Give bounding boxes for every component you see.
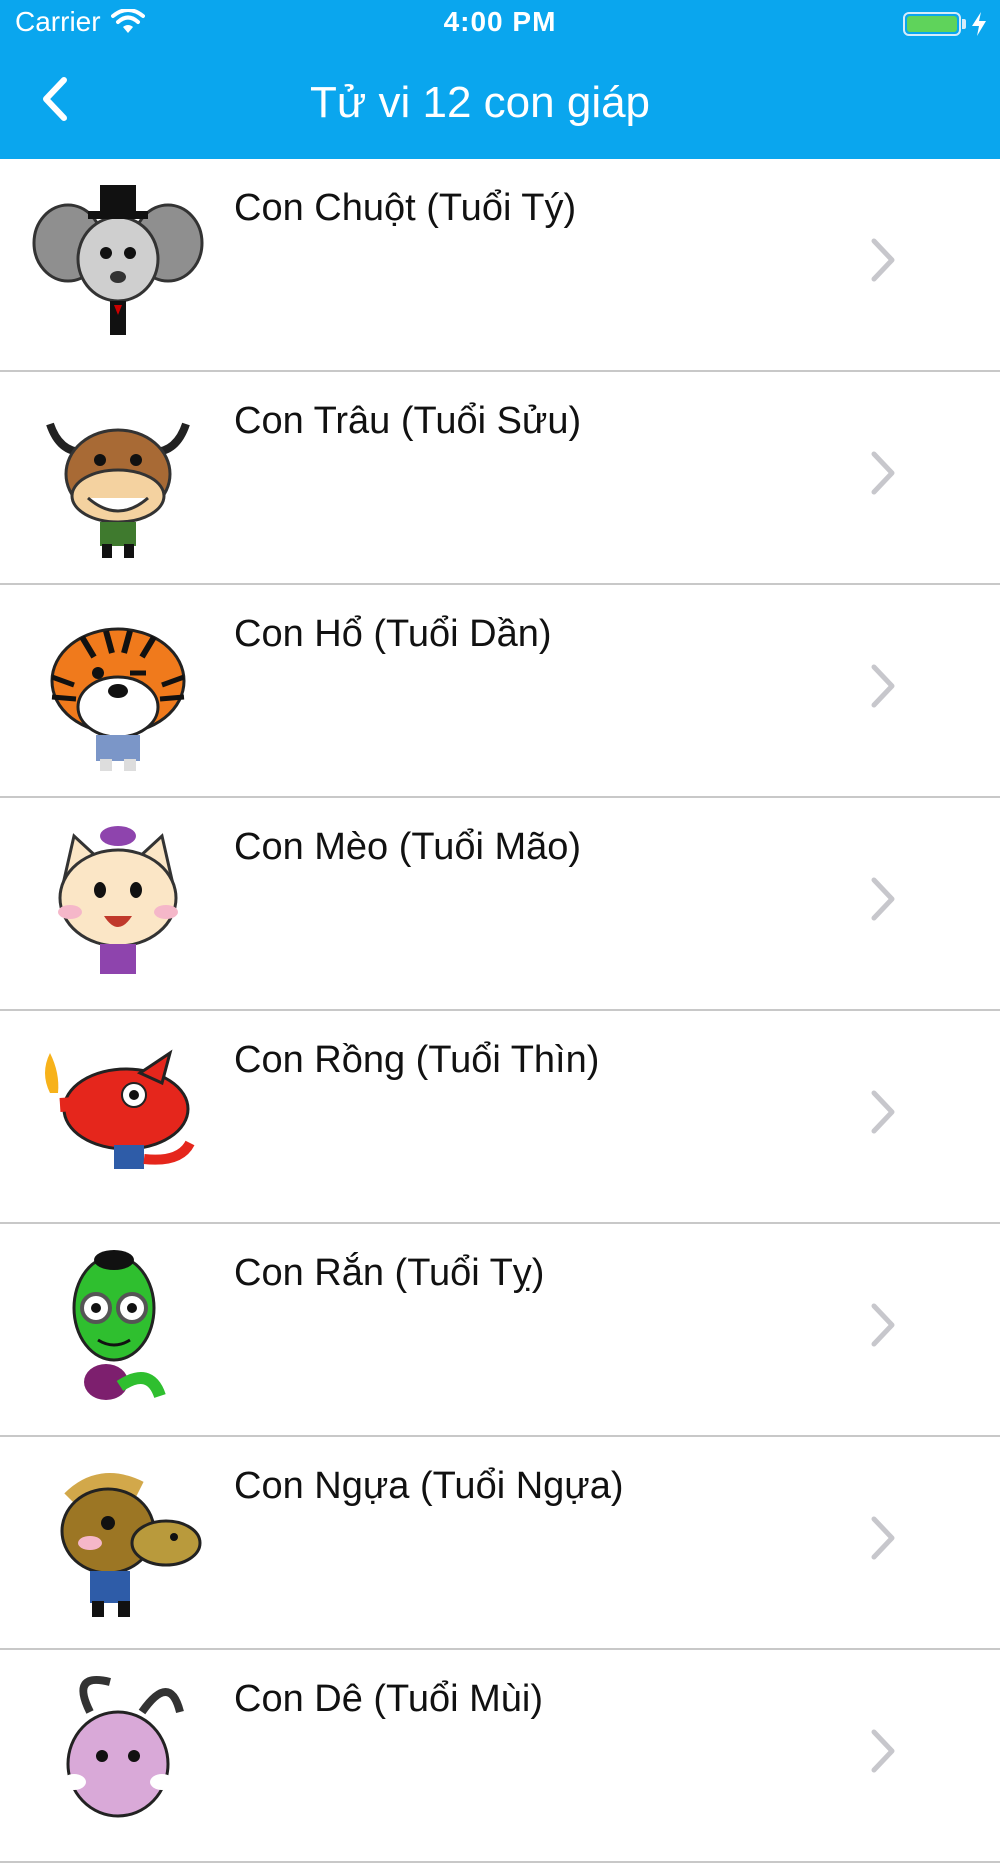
chevron-right-icon <box>871 238 895 282</box>
list-item-label: Con Trâu (Tuổi Sửu) <box>234 400 582 442</box>
chevron-right-icon <box>871 1729 895 1773</box>
tiger-icon <box>50 627 186 771</box>
chevron-right-icon <box>871 664 895 708</box>
list-item-label: Con Rắn (Tuổi Tỵ) <box>234 1252 545 1294</box>
list-item[interactable]: Con Mèo (Tuổi Mão) <box>0 798 1000 1011</box>
chevron-right-icon <box>871 1303 895 1347</box>
cat-icon <box>58 826 178 974</box>
buffalo-icon <box>46 422 190 558</box>
battery-tip <box>962 19 966 29</box>
chevron-right-icon <box>871 1516 895 1560</box>
snake-icon <box>72 1250 166 1400</box>
list-item[interactable]: Con Dê (Tuổi Mùi) <box>0 1650 1000 1863</box>
chevron-right-icon <box>871 1090 895 1134</box>
list-item[interactable]: Con Ngựa (Tuổi Ngựa) <box>0 1437 1000 1650</box>
navigation-bar: Tử vi 12 con giáp <box>0 50 1000 159</box>
list-item[interactable]: Con Rắn (Tuổi Tỵ) <box>0 1224 1000 1437</box>
page-title: Tử vi 12 con giáp <box>309 78 651 127</box>
list-item-label: Con Rồng (Tuổi Thìn) <box>234 1039 600 1081</box>
list-item[interactable]: Con Chuột (Tuổi Tý) <box>0 159 1000 372</box>
top-bar: Carrier 4:00 PM Tử vi 12 con giáp <box>0 0 1000 159</box>
status-time: 4:00 PM <box>443 6 557 37</box>
battery-indicator <box>903 11 988 37</box>
goat-icon <box>62 1676 184 1818</box>
horse-icon <box>60 1473 202 1617</box>
list-item[interactable]: Con Hổ (Tuổi Dần) <box>0 585 1000 798</box>
zodiac-list: Con Chuột (Tuổi Tý) Con Trâu (Tuổi Sửu) Co… <box>0 159 1000 1863</box>
list-item[interactable]: Con Trâu (Tuổi Sửu) <box>0 372 1000 585</box>
list-item-label: Con Hổ (Tuổi Dần) <box>234 613 552 655</box>
rat-icon <box>32 185 204 335</box>
list-item-label: Con Ngựa (Tuổi Ngựa) <box>234 1465 624 1507</box>
charging-bolt-icon <box>972 12 986 36</box>
status-bar: Carrier 4:00 PM <box>0 0 1000 50</box>
battery-icon <box>903 12 961 36</box>
dragon-icon <box>45 1049 195 1169</box>
list-item-label: Con Mèo (Tuổi Mão) <box>234 826 582 868</box>
list-item[interactable]: Con Rồng (Tuổi Thìn) <box>0 1011 1000 1224</box>
list-item-label: Con Chuột (Tuổi Tý) <box>234 187 577 229</box>
chevron-right-icon <box>871 877 895 921</box>
list-item-label: Con Dê (Tuổi Mùi) <box>234 1678 544 1720</box>
battery-fill <box>907 16 957 32</box>
chevron-right-icon <box>871 451 895 495</box>
